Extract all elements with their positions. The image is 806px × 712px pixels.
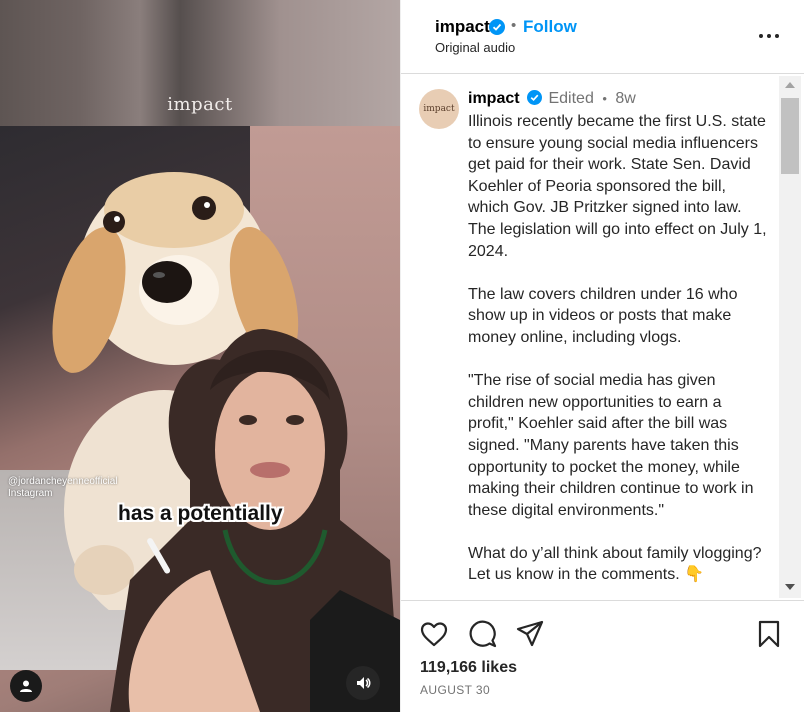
verified-badge-icon bbox=[489, 19, 505, 35]
reel-video[interactable]: impact @jordancheyenneofficial Instagram bbox=[0, 0, 400, 712]
comment-icon[interactable] bbox=[468, 619, 498, 649]
caption-paragraph: The law covers children under 16 who sho… bbox=[468, 285, 738, 346]
likes-count[interactable]: 119,166 likes bbox=[420, 659, 517, 677]
video-credit-source: Instagram bbox=[8, 488, 53, 499]
speaker-icon bbox=[357, 677, 371, 689]
verified-badge-icon bbox=[527, 90, 543, 105]
video-watermark: impact bbox=[167, 94, 233, 115]
scroll-down-arrow-icon[interactable] bbox=[785, 584, 795, 590]
caption-paragraph: What do y’all think about family vloggin… bbox=[468, 544, 762, 584]
share-icon[interactable] bbox=[515, 619, 545, 649]
header-separator: • bbox=[511, 17, 517, 34]
edited-label: Edited bbox=[548, 90, 594, 107]
post-age[interactable]: 8w bbox=[615, 90, 635, 107]
scrollbar-thumb[interactable] bbox=[781, 98, 799, 174]
user-icon bbox=[20, 680, 32, 692]
post-panel: impact • Follow Original audio impact im… bbox=[400, 0, 806, 712]
caption-author[interactable]: impact bbox=[468, 90, 520, 107]
video-caption: has a potentially bbox=[118, 502, 283, 525]
save-bookmark-icon[interactable] bbox=[754, 619, 784, 649]
mute-toggle-button[interactable] bbox=[346, 666, 380, 700]
tagged-users-button[interactable] bbox=[10, 670, 42, 702]
audio-link[interactable]: Original audio bbox=[435, 40, 515, 55]
caption-meta: impact Edited • 8w bbox=[468, 90, 636, 108]
header-account-name[interactable]: impact bbox=[435, 17, 490, 37]
scroll-up-arrow-icon[interactable] bbox=[785, 82, 795, 88]
more-options-icon[interactable] bbox=[757, 24, 781, 48]
follow-button[interactable]: Follow bbox=[523, 17, 577, 37]
caption-section: impact impact Edited • 8w Illinois recen… bbox=[401, 75, 777, 600]
author-avatar[interactable]: impact bbox=[419, 89, 459, 129]
caption-text: Illinois recently became the first U.S. … bbox=[468, 111, 768, 600]
heart-icon[interactable] bbox=[419, 619, 449, 649]
caption-paragraph: "The rise of social media has given chil… bbox=[468, 372, 754, 519]
post-header: impact • Follow Original audio bbox=[401, 0, 804, 74]
video-credit: @jordancheyenneofficial Instagram bbox=[8, 476, 117, 500]
video-credit-handle: @jordancheyenneofficial bbox=[8, 476, 118, 487]
action-bar: 119,166 likes AUGUST 30 bbox=[401, 600, 804, 712]
caption-separator: • bbox=[602, 91, 607, 106]
caption-scrollbar[interactable] bbox=[779, 76, 801, 598]
caption-paragraph: Illinois recently became the first U.S. … bbox=[468, 113, 767, 260]
post-date[interactable]: AUGUST 30 bbox=[420, 683, 490, 697]
